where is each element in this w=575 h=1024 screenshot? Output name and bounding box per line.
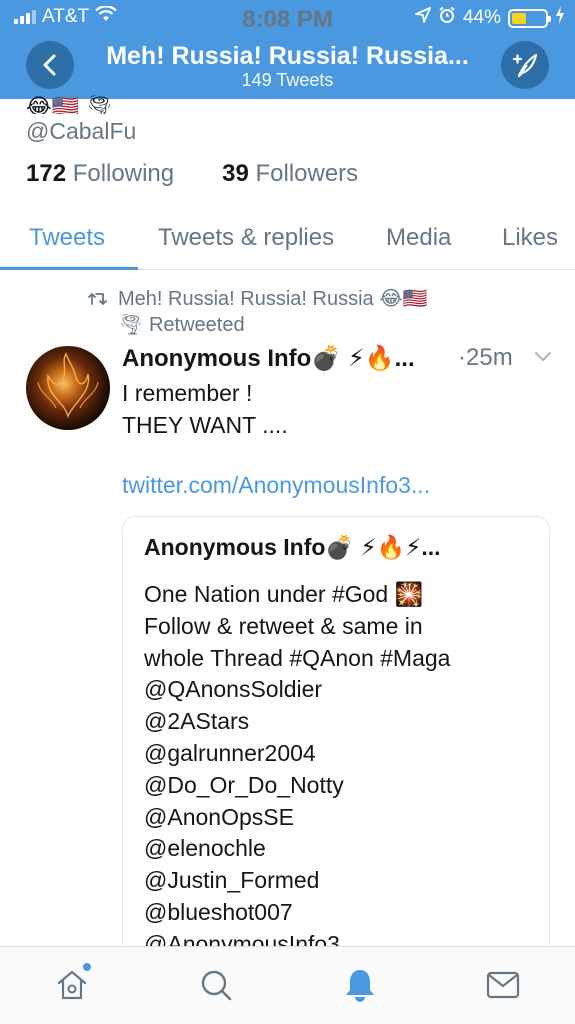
followers-count: 39	[222, 160, 249, 187]
retweet-context: Meh! Russia! Russia! Russia 😂🇺🇸 🌪 Retwee…	[88, 286, 558, 338]
retweeted-by[interactable]: Meh! Russia! Russia! Russia 😂🇺🇸	[118, 286, 427, 312]
quoted-tweet-text: One Nation under #God 🎇 Follow & retweet…	[144, 579, 450, 961]
battery-icon	[508, 8, 551, 28]
status-bar: AT&T 8:08 PM 44%	[0, 0, 575, 34]
charging-icon	[555, 6, 565, 30]
quoted-tweet-line: @elenochle	[144, 835, 266, 862]
home-icon	[57, 970, 87, 1000]
back-button[interactable]	[26, 41, 74, 89]
following-count: 172	[26, 160, 67, 187]
profile-tabs: Tweets Tweets & replies Media Likes	[0, 210, 575, 270]
tweet-line: THEY WANT ....	[122, 412, 288, 438]
tab-tweets-and-replies[interactable]: Tweets & replies	[158, 224, 334, 252]
profile-name-peek: 😂🇺🇸 🌪	[26, 94, 114, 114]
quoted-tweet-line: @galrunner2004	[144, 739, 316, 766]
retweet-icon	[88, 293, 107, 305]
tweet-text: I remember ! THEY WANT ....	[122, 377, 288, 441]
quoted-tweet-line: @Justin_Formed	[144, 867, 320, 894]
tweet-line: I remember !	[122, 380, 253, 406]
followers-link[interactable]: 39 Followers	[222, 160, 358, 188]
messages-tab[interactable]	[483, 965, 523, 1005]
tweet-count: 149 Tweets	[241, 70, 334, 90]
compose-feather-icon	[512, 53, 538, 78]
quoted-tweet[interactable]: Anonymous Info💣 ⚡🔥⚡... One Nation under …	[122, 516, 550, 986]
search-icon	[201, 970, 232, 1001]
chevron-left-icon	[43, 54, 56, 76]
notifications-icon	[346, 970, 374, 1002]
search-tab[interactable]	[196, 965, 236, 1005]
chevron-down-icon	[535, 352, 551, 362]
messages-icon	[486, 971, 520, 999]
tweet-menu-button[interactable]	[534, 350, 552, 368]
following-link[interactable]: 172 Following	[26, 160, 174, 188]
quoted-tweet-line: @2AStars	[144, 708, 250, 735]
profile-handle: @CabalFu	[26, 118, 137, 144]
home-new-indicator	[83, 963, 91, 971]
alarm-icon	[438, 6, 456, 30]
tweet-author[interactable]: Anonymous Info💣 ⚡🔥...	[122, 344, 452, 373]
following-label: Following	[72, 160, 175, 187]
quoted-tweet-line: @QAnonsSoldier	[144, 676, 323, 703]
fire-figure-image	[37, 352, 99, 419]
tweet-time: ·25m	[458, 344, 513, 371]
quoted-tweet-author: Anonymous Info💣 ⚡🔥⚡...	[144, 534, 441, 560]
author-avatar[interactable]	[26, 346, 110, 430]
quoted-tweet-line: whole Thread #QAnon #Maga	[144, 644, 451, 671]
tab-media[interactable]: Media	[386, 224, 451, 252]
header-title: Meh! Russia! Russia! Russia...	[106, 42, 469, 70]
active-tab-indicator	[0, 267, 138, 270]
location-icon	[415, 7, 431, 29]
quoted-tweet-line: Follow & retweet & same in	[144, 612, 423, 639]
battery-percent: 44%	[462, 7, 501, 28]
home-tab[interactable]	[52, 963, 92, 1005]
bottom-tab-bar	[0, 946, 575, 1024]
quoted-tweet-line: One Nation under #God 🎇	[144, 581, 424, 607]
tab-tweets[interactable]: Tweets	[29, 224, 105, 252]
quoted-tweet-line: @AnonOpsSE	[144, 803, 294, 830]
compose-tweet-button[interactable]	[501, 41, 549, 89]
quoted-tweet-line: @Do_Or_Do_Notty	[144, 771, 344, 798]
tab-likes[interactable]: Likes	[502, 224, 558, 252]
tweet-link[interactable]: twitter.com/AnonymousInfo3...	[122, 472, 430, 499]
retweeted-label: 🌪 Retweeted	[118, 314, 245, 336]
quoted-tweet-line: @blueshot007	[144, 898, 293, 925]
top-bar: AT&T 8:08 PM 44% Meh! Russia! Russia! Ru…	[0, 0, 575, 99]
notifications-tab[interactable]	[340, 965, 380, 1005]
profile-stats: 172 Following 39 Followers	[26, 160, 358, 188]
followers-label: Followers	[255, 160, 359, 187]
